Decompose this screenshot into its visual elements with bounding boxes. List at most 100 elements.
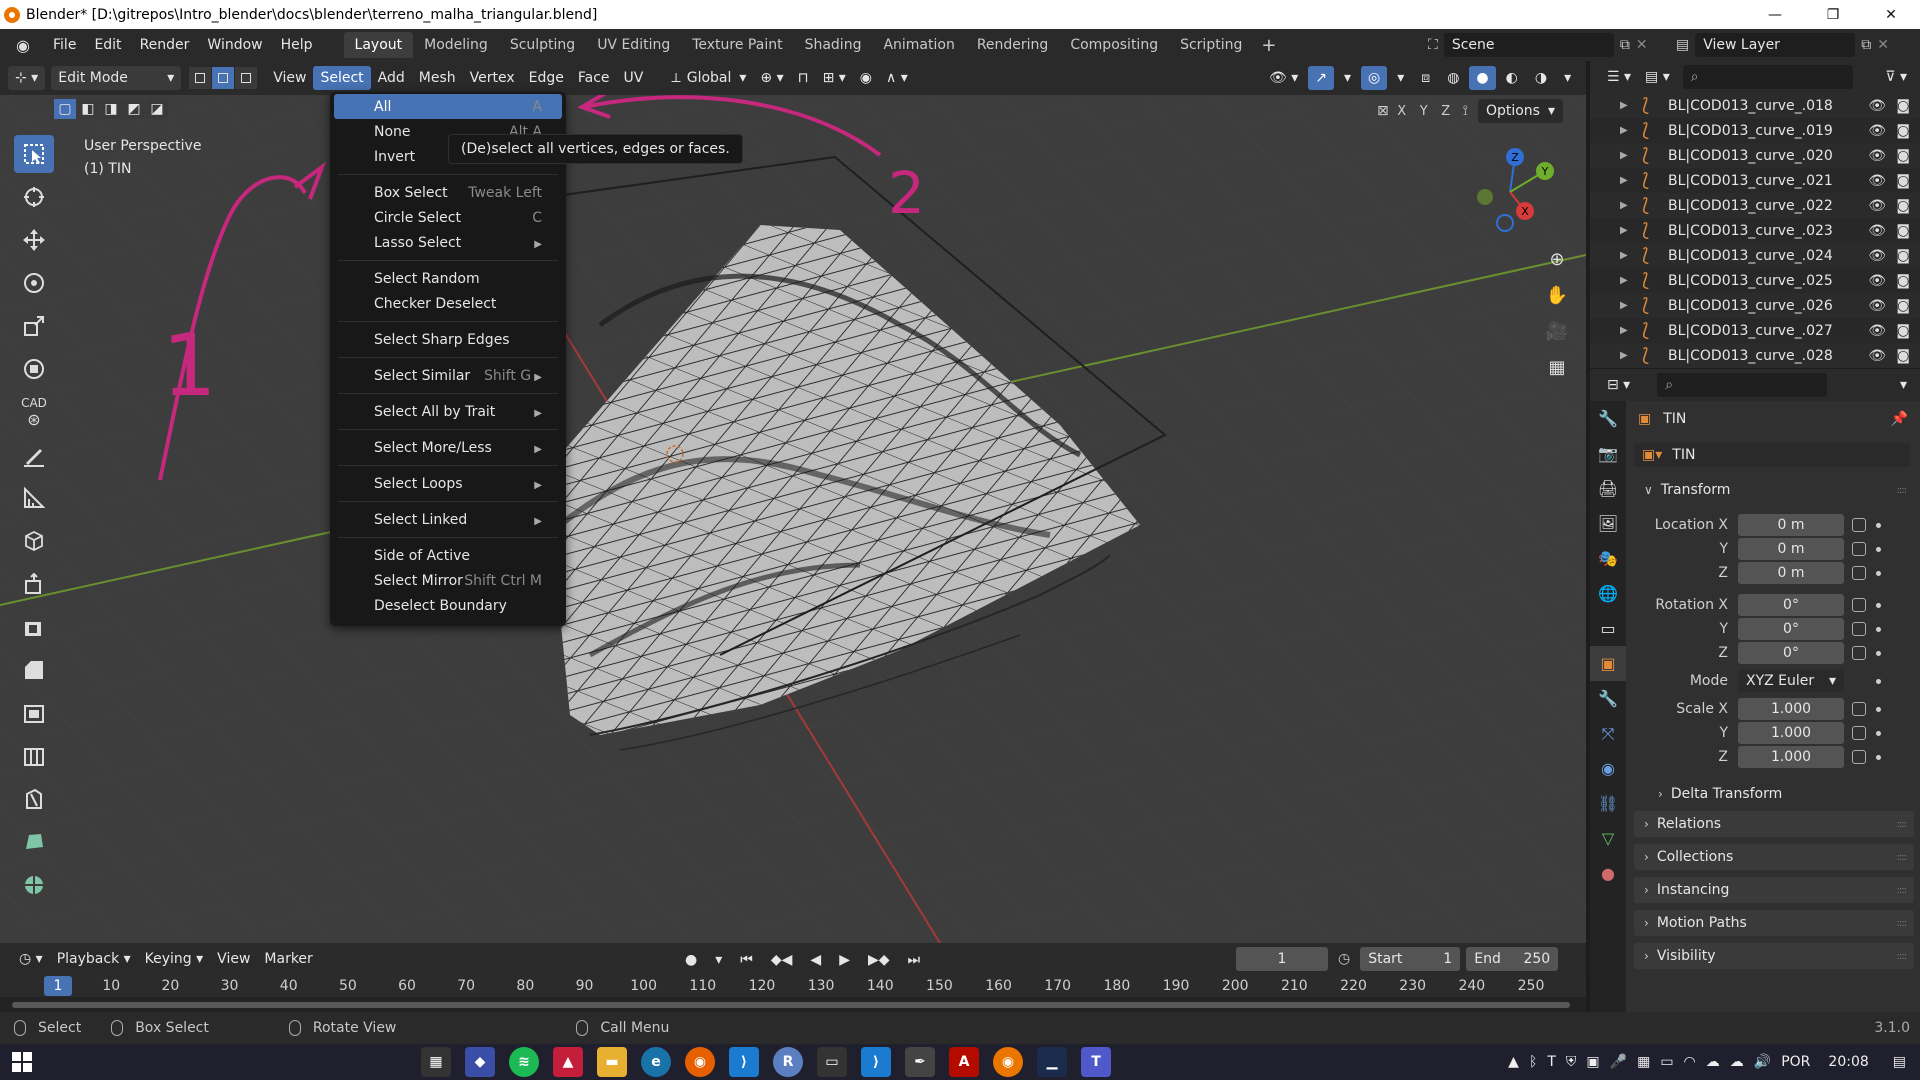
move-tool-icon[interactable] [14,221,54,259]
menu-select[interactable]: Select [313,66,371,90]
constraints-tab-icon[interactable]: ⛓ [1590,786,1626,821]
microphone-tray-icon[interactable]: 🎤 [1610,1054,1627,1070]
lock-icon[interactable] [1852,750,1866,764]
mirror-x-toggle[interactable]: X [1393,101,1411,121]
scene-selector[interactable]: Scene [1443,33,1614,57]
tab-animation[interactable]: Animation [872,32,965,58]
select-subtract-icon[interactable]: ◨ [100,99,122,119]
visibility-eye-icon[interactable]: 👁 [1868,148,1886,164]
snap-icon[interactable]: ⊓ [791,66,816,90]
transform-orientation-dropdown[interactable]: ⟂ Global ▾ [664,66,753,90]
select-menu-item-select-mirror[interactable]: Select Mirror Shift Ctrl M [334,568,562,593]
keyframe-dot-icon[interactable] [1876,678,1881,684]
expand-arrow-icon[interactable]: ▶ [1620,100,1632,111]
file-explorer-icon[interactable]: ▬ [597,1047,627,1077]
menu-window[interactable]: Window [198,33,271,57]
motion-paths-panel[interactable]: › Motion Paths:::: [1634,910,1914,936]
menu-marker[interactable]: Marker [257,947,319,971]
render-camera-icon[interactable]: ◙ [1896,123,1910,139]
rotate-tool-icon[interactable] [14,264,54,302]
menu-mesh[interactable]: Mesh [412,66,463,90]
windows-start-icon[interactable] [12,1052,32,1072]
scale-y-field[interactable]: 1.000 [1738,722,1844,744]
tab-compositing[interactable]: Compositing [1059,32,1169,58]
menu-edit[interactable]: Edit [85,33,130,57]
lock-icon[interactable] [1852,566,1866,580]
mirror-icon[interactable]: ⊠ [1377,103,1389,119]
pan-hand-icon[interactable]: ✋ [1543,281,1571,309]
3d-viewport[interactable]: 1 2 ▢ ◧ ◨ ◩ ◪ ⊠ X Y Z ⟟ Options ▾ User Pe… [0,95,1586,943]
navigation-gizmo[interactable]: Z Y X [1465,147,1555,237]
select-menu-item-checker-deselect[interactable]: Checker Deselect [334,291,562,316]
camera-view-icon[interactable]: 🎥 [1543,317,1571,345]
render-camera-icon[interactable]: ◙ [1896,173,1910,189]
timeline-scrollbar[interactable] [12,1002,1570,1008]
record-dropdown-icon[interactable]: ▾ [708,948,729,972]
render-camera-icon[interactable]: ◙ [1896,273,1910,289]
remove-view-layer-icon[interactable]: ✕ [1877,37,1889,53]
select-menu-item-select-sharp-edges[interactable]: Select Sharp Edges [334,327,562,352]
mode-selector[interactable]: Edit Mode ▾ [51,66,182,90]
visibility-eye-icon[interactable]: 👁 [1868,98,1886,114]
select-box-tool-icon[interactable] [14,135,54,173]
visibility-eye-icon[interactable]: 👁 [1868,173,1886,189]
new-view-layer-icon[interactable]: ⧉ [1861,37,1871,53]
outliner-row[interactable]: ▶ ⟅ BL|COD013_curve_.019 👁 ◙ [1590,118,1920,143]
keyframe-dot-icon[interactable] [1876,754,1881,760]
lock-icon[interactable] [1852,726,1866,740]
mirror-z-toggle[interactable]: Z [1437,101,1455,121]
pivot-point-icon[interactable]: ⊕ ▾ [753,66,790,90]
prev-keyframe-icon[interactable]: ◆◀ [764,948,800,972]
expand-arrow-icon[interactable]: ▶ [1620,200,1632,211]
add-cube-tool-icon[interactable] [14,522,54,560]
volume-tray-icon[interactable]: 🔊 [1754,1054,1771,1070]
qgis-app-icon[interactable]: ◆ [465,1047,495,1077]
app-tray-icon[interactable]: ▦ [1637,1054,1650,1070]
render-camera-icon[interactable]: ◙ [1896,248,1910,264]
tab-uv-editing[interactable]: UV Editing [586,32,681,58]
properties-options-icon[interactable]: ▾ [1893,373,1914,397]
keyframe-dot-icon[interactable] [1876,602,1881,608]
keyframe-dot-icon[interactable] [1876,706,1881,712]
editor-type-icon[interactable]: ⊹ ▾ [8,66,46,90]
outliner-row[interactable]: ▶ ⟅ BL|COD013_curve_.025 👁 ◙ [1590,268,1920,293]
select-new-icon[interactable]: ▢ [54,99,76,119]
menu-edge[interactable]: Edge [522,66,571,90]
select-menu-item-select-similar[interactable]: Select Similar Shift G ▶ [334,363,562,388]
overlay-toggle-icon[interactable]: ◎ [1361,66,1388,90]
location-x-field[interactable]: 0 m [1738,514,1844,536]
new-scene-icon[interactable]: ⧉ [1620,37,1630,53]
auto-merge-icon[interactable]: ⟟ [1463,103,1468,119]
outliner-row[interactable]: ▶ ⟅ BL|COD013_curve_.018 👁 ◙ [1590,93,1920,118]
transform-panel-header[interactable]: ∨ Transform:::: [1634,477,1914,503]
render-tab-icon[interactable]: 📷 [1590,436,1626,471]
proportional-falloff-icon[interactable]: ∧ ▾ [879,66,915,90]
photos-app-icon[interactable]: ▲ [553,1047,583,1077]
ortho-grid-icon[interactable]: ▦ [1543,353,1571,381]
overlay-dropdown-icon[interactable]: ▾ [1390,66,1411,90]
select-menu-item-lasso-select[interactable]: Lasso Select ▶ [334,230,562,255]
python-app-icon[interactable]: ▁ [1037,1047,1067,1077]
outliner-search-input[interactable]: ⌕ [1682,65,1853,89]
edge-select-icon[interactable] [212,67,235,89]
zoom-icon[interactable]: ⊕ [1543,245,1571,273]
current-frame-indicator[interactable]: 1 [44,976,72,996]
play-icon[interactable]: ▶ [832,948,857,972]
menu-add[interactable]: Add [371,66,412,90]
keyframe-dot-icon[interactable] [1876,650,1881,656]
delta-transform-panel[interactable]: › Delta Transform [1648,781,1914,807]
solid-shading-icon[interactable]: ● [1469,66,1496,90]
tab-shading[interactable]: Shading [794,32,873,58]
gizmo-neg-y-axis[interactable] [1477,189,1493,205]
select-menu-item-box-select[interactable]: Box Select Tweak Left [334,180,562,205]
wireframe-shading-icon[interactable]: ◍ [1440,66,1466,90]
bluetooth-tray-icon[interactable]: ᛒ [1529,1054,1537,1070]
lock-icon[interactable] [1852,622,1866,636]
object-tab-icon[interactable]: ▣ [1590,646,1626,681]
world-tab-icon[interactable]: 🌐 [1590,576,1626,611]
view-layer-tab-icon[interactable]: 🖼 [1590,506,1626,541]
xray-toggle-icon[interactable]: ⧈ [1414,66,1437,90]
location-z-field[interactable]: 0 m [1738,562,1844,584]
nvidia-tray-icon[interactable]: ▣ [1586,1054,1599,1070]
filter-icon[interactable]: ⊽ ▾ [1878,65,1914,89]
